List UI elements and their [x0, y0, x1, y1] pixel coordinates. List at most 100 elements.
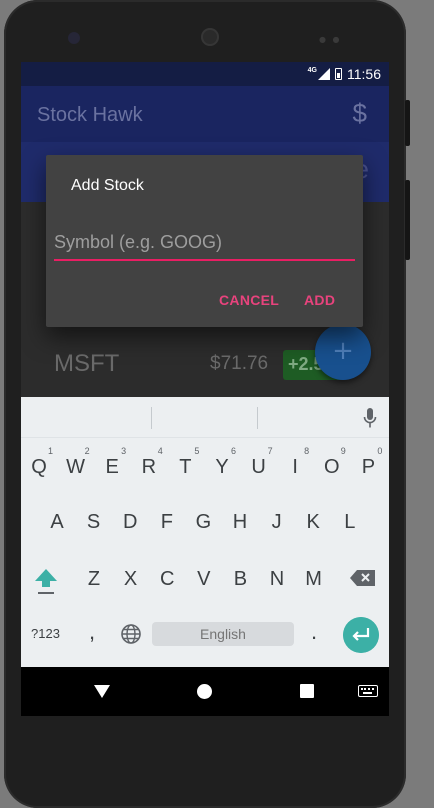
dollar-icon[interactable]: $ [353, 98, 367, 129]
key-label: F [160, 511, 173, 533]
key-label: P [361, 456, 376, 478]
symbols-key[interactable]: ?123 [31, 626, 60, 641]
key-q[interactable]: Q1 [23, 446, 55, 487]
period-key[interactable]: . [311, 619, 317, 645]
key-n[interactable]: N [261, 559, 293, 599]
key-label: D [122, 511, 138, 533]
key-u[interactable]: U7 [243, 446, 275, 487]
device-screen: 4G 11:56 Stock Hawk $ e MSFT $71.76 +2.5… [21, 62, 389, 716]
key-f[interactable]: F [151, 502, 183, 542]
shift-icon[interactable] [33, 567, 59, 597]
key-label: Q [31, 456, 47, 478]
battery-icon [335, 68, 342, 80]
enter-key[interactable] [343, 617, 379, 653]
suggestion-divider [257, 407, 258, 429]
stock-symbol: MSFT [54, 350, 120, 377]
key-label: H [232, 511, 248, 533]
key-i[interactable]: I8 [279, 446, 311, 487]
network-type: 4G [307, 66, 317, 74]
key-h[interactable]: H [224, 502, 256, 542]
key-p[interactable]: P0 [352, 446, 384, 487]
key-v[interactable]: V [188, 559, 220, 599]
mic-icon[interactable] [363, 407, 377, 429]
key-m[interactable]: M [298, 559, 330, 599]
key-hint: 0 [377, 446, 383, 456]
key-hint: 7 [267, 446, 273, 456]
soft-keyboard: Q1W2E3R4T5Y6U7I8O9P0 ASDFGHJKL ZXCVBNM ?… [21, 397, 389, 667]
key-label: V [197, 568, 211, 590]
key-hint: 6 [230, 446, 236, 456]
keyboard-icon[interactable] [358, 685, 378, 697]
key-b[interactable]: B [224, 559, 256, 599]
key-label: K [306, 511, 320, 533]
key-c[interactable]: C [151, 559, 183, 599]
key-label: Y [215, 456, 229, 478]
add-stock-fab[interactable]: + [315, 324, 371, 380]
status-bar: 4G 11:56 [21, 62, 389, 86]
suggestion-divider [151, 407, 152, 429]
key-label: M [305, 568, 322, 590]
proximity-sensors: ● ● [319, 35, 342, 44]
recents-icon[interactable] [300, 684, 314, 698]
back-icon[interactable] [94, 685, 110, 698]
key-label: U [251, 456, 266, 478]
key-label: B [233, 568, 248, 590]
app-title: Stock Hawk [37, 104, 143, 126]
symbol-input[interactable] [54, 231, 355, 261]
stock-price: $71.76 [210, 353, 269, 374]
key-hint: 9 [340, 446, 346, 456]
backspace-icon[interactable] [350, 569, 376, 587]
key-label: I [292, 456, 298, 478]
key-label: G [195, 511, 212, 533]
globe-icon[interactable] [120, 623, 142, 645]
clock: 11:56 [347, 66, 381, 82]
navigation-bar [21, 667, 389, 716]
key-y[interactable]: Y6 [206, 446, 238, 487]
key-label: J [271, 511, 282, 533]
add-button[interactable]: ADD [304, 292, 335, 308]
key-g[interactable]: G [187, 502, 219, 542]
key-o[interactable]: O9 [316, 446, 348, 487]
key-e[interactable]: E3 [96, 446, 128, 487]
key-r[interactable]: R4 [133, 446, 165, 487]
key-j[interactable]: J [261, 502, 293, 542]
key-s[interactable]: S [78, 502, 110, 542]
key-label: W [66, 456, 86, 478]
key-hint: 4 [157, 446, 163, 456]
home-icon[interactable] [197, 684, 212, 699]
key-k[interactable]: K [297, 502, 329, 542]
key-hint: 3 [121, 446, 127, 456]
key-label: R [141, 456, 157, 478]
dialog-title: Add Stock [71, 177, 144, 194]
cancel-button[interactable]: CANCEL [219, 292, 279, 308]
key-z[interactable]: Z [78, 559, 110, 599]
speaker-grille [201, 28, 219, 46]
key-label: E [105, 456, 119, 478]
key-w[interactable]: W2 [60, 446, 92, 487]
key-a[interactable]: A [41, 502, 73, 542]
key-label: C [159, 568, 175, 590]
signal-icon [318, 68, 330, 80]
volume-button [405, 180, 410, 260]
key-label: X [123, 568, 138, 590]
front-camera [68, 32, 80, 44]
key-label: A [50, 511, 64, 533]
key-x[interactable]: X [115, 559, 147, 599]
key-hint: 5 [194, 446, 200, 456]
key-hint: 2 [84, 446, 90, 456]
key-hint: 1 [47, 446, 53, 456]
key-label: S [86, 511, 101, 533]
key-label: Z [87, 568, 101, 590]
key-label: N [269, 568, 285, 590]
power-button [405, 100, 410, 146]
key-label: L [344, 511, 356, 533]
key-hint: 8 [304, 446, 310, 456]
space-bar[interactable]: English [152, 622, 294, 646]
key-label: O [324, 456, 340, 478]
key-l[interactable]: L [334, 502, 366, 542]
key-d[interactable]: D [114, 502, 146, 542]
comma-key[interactable]: , [89, 619, 95, 645]
app-bar: Stock Hawk $ [21, 86, 389, 142]
key-t[interactable]: T5 [169, 446, 201, 487]
add-stock-dialog: Add Stock CANCEL ADD [46, 155, 363, 327]
